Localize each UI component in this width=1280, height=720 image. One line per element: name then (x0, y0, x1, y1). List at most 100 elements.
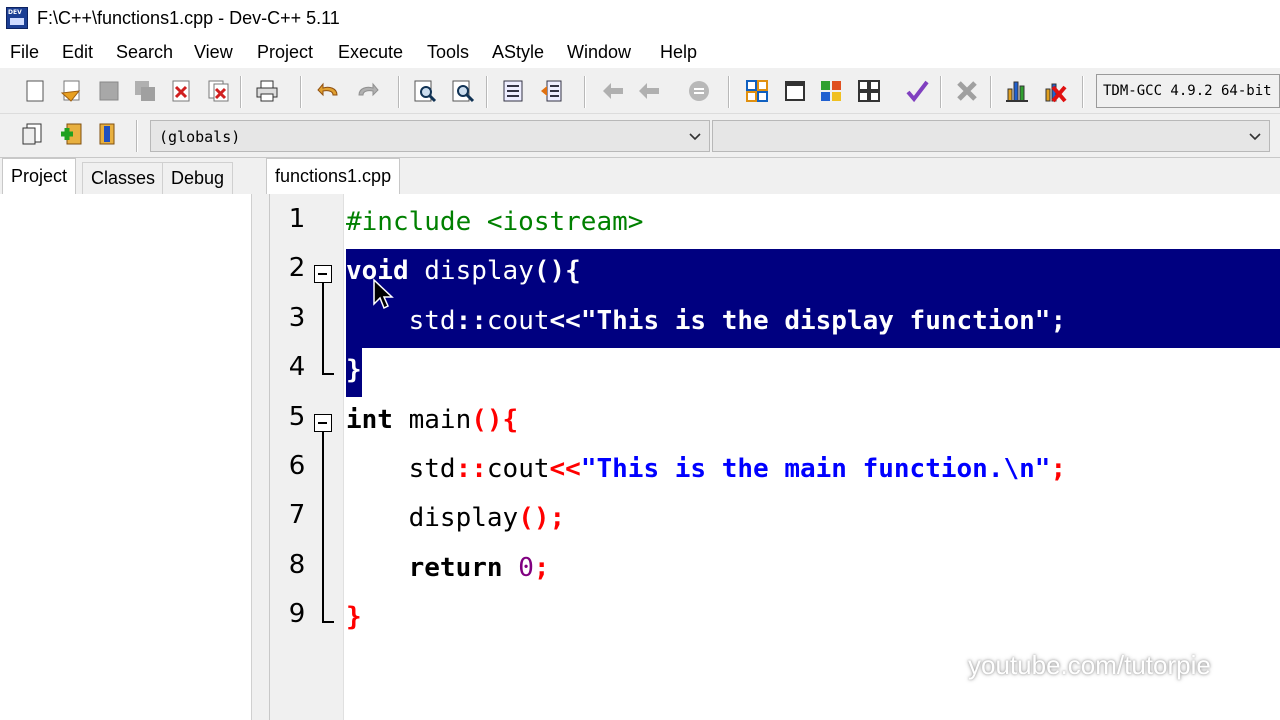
code-token: 0 (518, 553, 534, 583)
scope-combo[interactable]: (globals) (150, 120, 710, 152)
goto-prev-icon[interactable] (598, 77, 628, 105)
code-token: int (346, 405, 393, 435)
compile-run-icon[interactable] (816, 77, 846, 105)
remove-from-project-icon[interactable] (92, 120, 122, 148)
menu-bar: File Edit Search View Project Execute To… (0, 38, 1280, 68)
code-editor[interactable]: 1 2 3 4 5 6 7 8 9 #include <iostream> vo… (262, 194, 1280, 720)
toolbar-separator (240, 76, 242, 108)
fold-toggle-icon[interactable] (314, 265, 332, 283)
menu-search[interactable]: Search (116, 42, 173, 63)
title-bar: F:\C++\functions1.cpp - Dev-C++ 5.11 (0, 0, 1280, 38)
menu-tools[interactable]: Tools (427, 42, 469, 63)
left-panel: Project Classes Debug (0, 158, 262, 720)
menu-astyle[interactable]: AStyle (492, 42, 544, 63)
new-project-icon[interactable] (18, 120, 48, 148)
watermark: youtube.com/tutorpie (968, 650, 1211, 680)
mouse-pointer-icon (373, 278, 394, 310)
menu-execute[interactable]: Execute (338, 42, 403, 63)
panel-splitter[interactable] (252, 194, 262, 720)
stop-execution-icon[interactable] (952, 77, 982, 105)
compile-icon[interactable] (742, 77, 772, 105)
line-number: 2 (288, 253, 306, 283)
toolbar-separator (486, 76, 488, 108)
close-file-icon[interactable] (166, 77, 196, 105)
code-token: "This is the main function.\n" (580, 454, 1051, 484)
print-icon[interactable] (252, 77, 282, 105)
open-file-icon[interactable] (56, 77, 86, 105)
fold-toggle-icon[interactable] (314, 414, 332, 432)
menu-window[interactable]: Window (567, 42, 631, 63)
undo-icon[interactable] (314, 77, 344, 105)
member-combo[interactable] (712, 120, 1270, 152)
fold-end (322, 621, 334, 623)
menu-project[interactable]: Project (257, 42, 313, 63)
close-all-icon[interactable] (204, 77, 234, 105)
find-icon[interactable] (410, 77, 440, 105)
code-token: << (549, 454, 581, 484)
menu-view[interactable]: View (194, 42, 233, 63)
code-token: cout (486, 306, 550, 336)
code-line: std::cout<<"This is the main function.\n… (346, 449, 1066, 489)
replace-icon[interactable] (448, 77, 478, 105)
code-line: } (346, 350, 362, 390)
code-token: ; (1050, 454, 1067, 484)
project-tree[interactable] (0, 194, 252, 720)
indent-icon[interactable] (498, 77, 528, 105)
tab-debug[interactable]: Debug (162, 162, 234, 194)
redo-icon[interactable] (352, 77, 382, 105)
line-number: 5 (288, 402, 306, 432)
code-token: (); (518, 503, 566, 533)
menu-help[interactable]: Help (660, 42, 697, 63)
scope-combo-value: (globals) (159, 128, 241, 146)
code-token: (){ (533, 256, 581, 286)
delete-profile-icon[interactable] (1040, 77, 1070, 105)
code-token: :: (455, 306, 487, 336)
fold-end (322, 373, 334, 375)
code-line: int main(){ (346, 400, 518, 440)
line-number: 7 (288, 500, 306, 530)
goto-next-icon[interactable] (634, 77, 664, 105)
tab-project[interactable]: Project (2, 158, 77, 194)
profile-chart-icon[interactable] (1002, 77, 1032, 105)
class-toolbar: (globals) (0, 114, 1280, 158)
run-icon[interactable] (780, 77, 810, 105)
tab-classes[interactable]: Classes (82, 162, 165, 194)
bookmark-icon[interactable] (684, 77, 714, 105)
code-token: display (408, 256, 534, 286)
toolbar-separator (940, 76, 942, 108)
code-line: } (346, 597, 362, 637)
save-all-icon[interactable] (130, 77, 160, 105)
toolbar-separator (728, 76, 730, 108)
new-file-icon[interactable] (20, 77, 50, 105)
add-to-project-icon[interactable] (56, 120, 86, 148)
editor-tabs: functions1.cpp (262, 158, 1280, 194)
devcpp-app-icon[interactable] (6, 7, 28, 29)
code-token: (){ (471, 405, 519, 435)
syntax-check-icon[interactable] (902, 77, 932, 105)
code-token: display (346, 503, 519, 533)
window-title: F:\C++\functions1.cpp - Dev-C++ 5.11 (37, 8, 340, 28)
line-number: 4 (288, 352, 306, 382)
line-number: 9 (288, 599, 306, 629)
code-token: ; (1050, 306, 1067, 336)
code-token: } (346, 355, 362, 385)
code-token: return (408, 553, 503, 583)
code-token: "This is the display function" (580, 306, 1051, 336)
rebuild-all-icon[interactable] (854, 77, 884, 105)
main-toolbar: TDM-GCC 4.9.2 64-bit Release (0, 68, 1280, 114)
tab-functions1-cpp[interactable]: functions1.cpp (266, 158, 401, 194)
left-panel-tabs: Project Classes Debug (0, 158, 262, 194)
code-token: :: (455, 454, 487, 484)
save-icon[interactable] (94, 77, 124, 105)
menu-file[interactable]: File (10, 42, 39, 63)
code-token: ; (533, 553, 550, 583)
compiler-select[interactable]: TDM-GCC 4.9.2 64-bit Release (1096, 74, 1280, 108)
toolbar-separator (584, 76, 586, 108)
menu-edit[interactable]: Edit (62, 42, 93, 63)
code-token: std (346, 306, 456, 336)
code-token: } (346, 602, 362, 632)
unindent-icon[interactable] (536, 77, 566, 105)
code-token: #include <iostream> (346, 207, 644, 237)
fold-line (322, 283, 324, 374)
